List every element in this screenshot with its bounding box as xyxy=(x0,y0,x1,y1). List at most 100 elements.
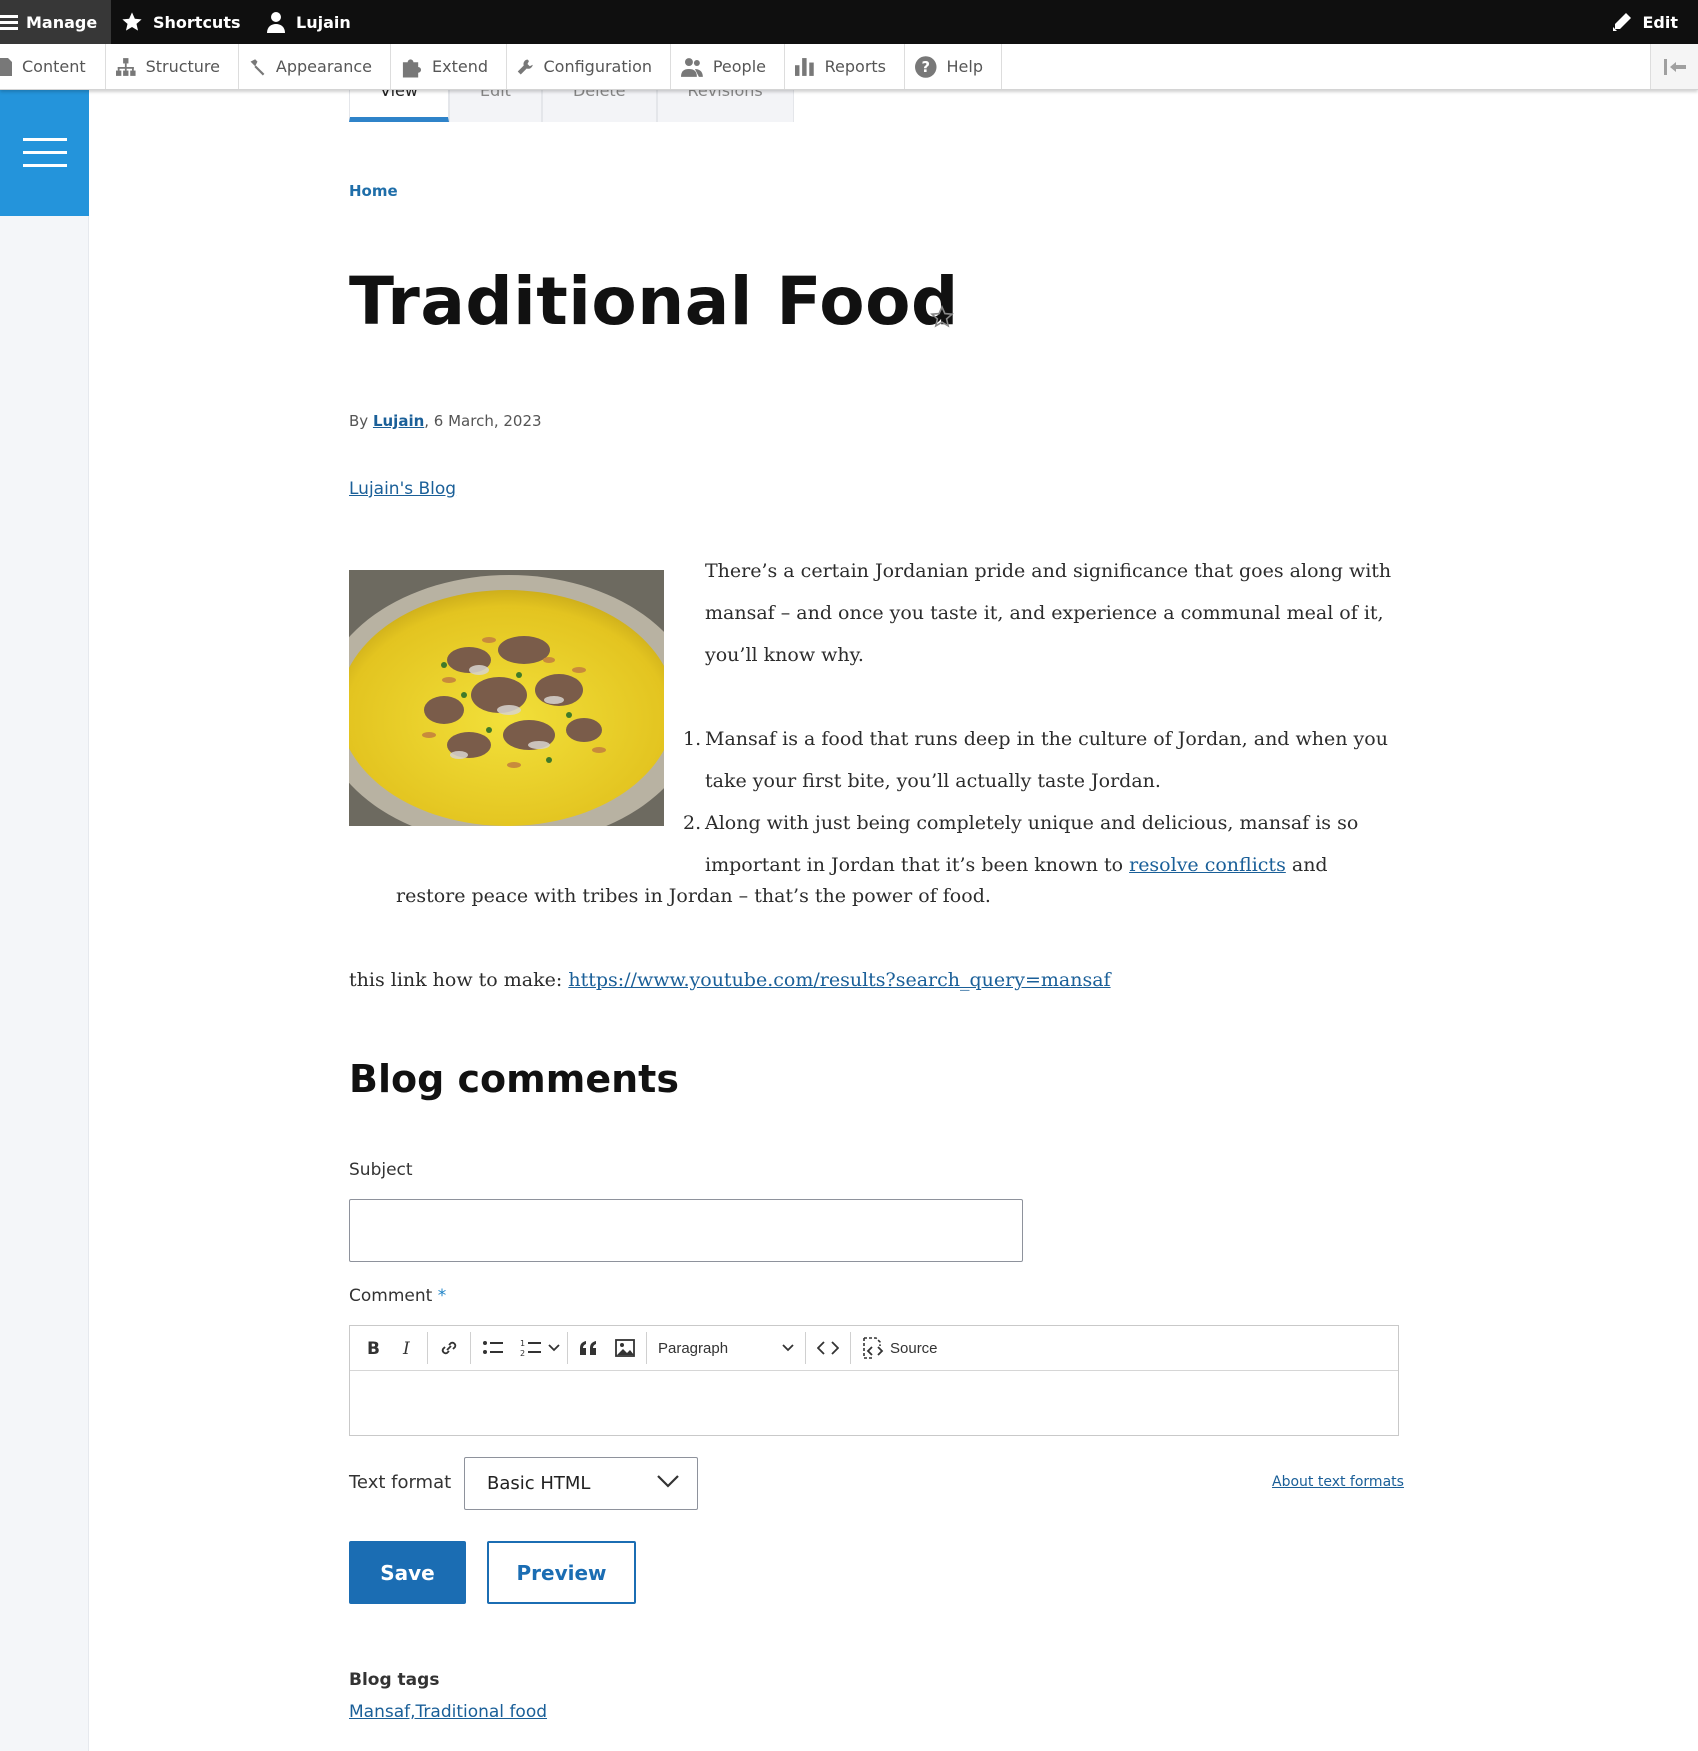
subject-input[interactable] xyxy=(349,1199,1023,1262)
help-icon: ? xyxy=(915,55,937,78)
text-format-select[interactable]: Basic HTML xyxy=(464,1457,698,1510)
page-title: Traditional Food xyxy=(349,263,959,340)
toolbar-separator xyxy=(646,1332,647,1364)
text-format-value: Basic HTML xyxy=(487,1473,591,1494)
comment-label: Comment * xyxy=(349,1286,446,1306)
tray-item-configuration[interactable]: Configuration xyxy=(507,44,671,89)
bulleted-list-icon xyxy=(483,1341,503,1354)
italic-button[interactable]: I xyxy=(390,1331,424,1365)
paintbrush-icon xyxy=(250,58,265,75)
preview-button[interactable]: Preview xyxy=(487,1541,636,1604)
byline: By Lujain, 6 March, 2023 xyxy=(349,412,542,430)
comment-editor-area[interactable] xyxy=(350,1371,1398,1435)
source-icon xyxy=(863,1337,884,1359)
manage-tab[interactable]: Manage xyxy=(0,0,111,44)
user-tab[interactable]: Lujain xyxy=(266,0,351,44)
shortcuts-tab[interactable]: Shortcuts xyxy=(121,0,241,44)
tray-item-content[interactable]: Content xyxy=(0,44,106,89)
tray-orientation-toggle[interactable] xyxy=(1650,44,1698,89)
blockquote-button[interactable] xyxy=(571,1331,607,1365)
people-icon xyxy=(681,57,703,77)
howto-line: this link how to make: https://www.youtu… xyxy=(349,969,1111,991)
resolve-conflicts-link[interactable]: resolve conflicts xyxy=(1129,854,1286,876)
image-button[interactable] xyxy=(607,1331,643,1365)
youtube-link[interactable]: https://www.youtube.com/results?search_q… xyxy=(568,969,1110,991)
bar-chart-icon xyxy=(795,57,814,76)
hamburger-icon xyxy=(0,15,18,30)
collapse-icon xyxy=(1663,58,1686,75)
file-icon xyxy=(0,57,12,76)
mobile-menu-button[interactable] xyxy=(0,90,89,216)
article-list: 1. Mansaf is a food that runs deep in th… xyxy=(683,718,1405,886)
link-icon xyxy=(441,1341,457,1355)
list-item: 1. Mansaf is a food that runs deep in th… xyxy=(683,718,1405,802)
comment-editor: B I 12 Paragraph Source xyxy=(349,1325,1399,1436)
svg-text:2: 2 xyxy=(520,1349,525,1357)
numbered-list-dropdown[interactable] xyxy=(544,1331,564,1365)
numbered-list-button[interactable]: 12 xyxy=(512,1331,544,1365)
tray-item-reports[interactable]: Reports xyxy=(785,44,905,89)
blog-link[interactable]: Lujain's Blog xyxy=(349,479,456,499)
list-number: 2. xyxy=(683,812,702,834)
tray-label-structure: Structure xyxy=(145,57,220,76)
toolbar-separator xyxy=(427,1332,428,1364)
list-text: Mansaf is a food that runs deep in the c… xyxy=(705,728,1388,792)
source-label: Source xyxy=(890,1339,938,1357)
blog-tags-links[interactable]: Mansaf,Traditional food xyxy=(349,1702,547,1722)
tray-item-extend[interactable]: Extend xyxy=(391,44,507,89)
svg-text:I: I xyxy=(402,1339,410,1357)
edit-toggle[interactable]: Edit xyxy=(1612,0,1678,44)
tray-label-reports: Reports xyxy=(824,57,886,76)
author-link[interactable]: Lujain xyxy=(373,412,424,430)
tray-label-appearance: Appearance xyxy=(275,57,372,76)
list-item: 2. Along with just being completely uniq… xyxy=(683,802,1405,886)
image-icon xyxy=(615,1339,635,1357)
shortcuts-label: Shortcuts xyxy=(153,12,241,32)
svg-text:B: B xyxy=(367,1339,380,1357)
tray-item-help[interactable]: ? Help xyxy=(905,44,1002,89)
source-button[interactable]: Source xyxy=(854,1331,946,1365)
link-button[interactable] xyxy=(431,1331,467,1365)
wrench-icon xyxy=(517,59,533,74)
required-marker: * xyxy=(437,1286,447,1306)
subject-label: Subject xyxy=(349,1160,413,1180)
list-text-after: and xyxy=(1285,854,1328,876)
list-tail-text: restore peace with tribes in Jordan – th… xyxy=(396,885,991,907)
bold-button[interactable]: B xyxy=(356,1331,390,1365)
bulleted-list-button[interactable] xyxy=(474,1331,512,1365)
tray-item-structure[interactable]: Structure xyxy=(106,44,239,89)
manage-label: Manage xyxy=(26,12,98,32)
puzzle-icon xyxy=(402,58,422,77)
blog-tags-label: Blog tags xyxy=(349,1670,440,1690)
comment-label-text: Comment xyxy=(349,1286,433,1306)
list-text: Along with just being completely unique … xyxy=(705,802,1405,886)
mansaf-image xyxy=(349,570,664,826)
user-icon xyxy=(267,12,285,33)
toolbar-separator xyxy=(805,1332,806,1364)
breadcrumb-home[interactable]: Home xyxy=(349,182,398,200)
italic-icon: I xyxy=(402,1339,410,1357)
toolbar-separator xyxy=(850,1332,851,1364)
tray-label-help: Help xyxy=(946,57,983,76)
bookmark-star-icon[interactable] xyxy=(930,305,954,329)
list-number: 1. xyxy=(683,728,702,750)
save-button[interactable]: Save xyxy=(349,1541,466,1604)
tray-label-people: People xyxy=(712,57,766,76)
code-icon xyxy=(817,1341,839,1355)
numbered-list-icon: 12 xyxy=(520,1339,541,1357)
tray-item-appearance[interactable]: Appearance xyxy=(239,44,391,89)
tray-label-content: Content xyxy=(22,57,86,76)
article-intro: There’s a certain Jordanian pride and si… xyxy=(705,560,1392,666)
code-button[interactable] xyxy=(809,1331,847,1365)
heading-dropdown[interactable]: Paragraph xyxy=(650,1331,802,1365)
about-text-formats-link[interactable]: About text formats xyxy=(1272,1474,1404,1490)
byline-prefix: By xyxy=(349,412,373,430)
howto-prefix: this link how to make: xyxy=(349,969,569,991)
tray-item-people[interactable]: People xyxy=(671,44,785,89)
post-date: , 6 March, 2023 xyxy=(424,412,542,430)
text-format-label: Text format xyxy=(349,1472,452,1493)
edit-label: Edit xyxy=(1642,12,1678,32)
sitemap-icon xyxy=(116,57,136,76)
svg-text:?: ? xyxy=(922,58,931,75)
toolbar-tray: Content Structure Appearance Extend Conf… xyxy=(0,44,1698,90)
